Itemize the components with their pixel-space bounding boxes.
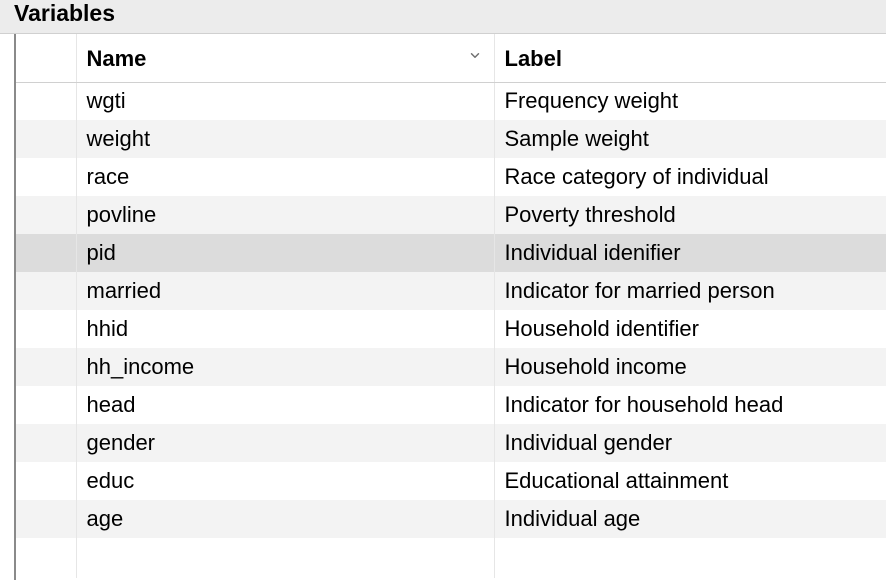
column-header-name-label: Name [87, 46, 147, 71]
column-header-label-label: Label [505, 46, 562, 71]
variables-table-wrap: Name Label wgtiFrequency weightweightSam… [14, 34, 886, 580]
row-gutter[interactable] [16, 348, 76, 386]
variable-label-cell[interactable]: Household income [494, 348, 886, 386]
empty-cell [76, 538, 494, 578]
row-gutter[interactable] [16, 386, 76, 424]
table-row[interactable]: genderIndividual gender [16, 424, 886, 462]
variable-name-cell[interactable]: weight [76, 120, 494, 158]
variable-label-cell[interactable]: Frequency weight [494, 82, 886, 120]
variable-label-cell[interactable]: Individual idenifier [494, 234, 886, 272]
variable-label-cell[interactable]: Indicator for household head [494, 386, 886, 424]
table-row[interactable]: raceRace category of individual [16, 158, 886, 196]
row-gutter[interactable] [16, 196, 76, 234]
variable-name-cell[interactable]: wgti [76, 82, 494, 120]
row-gutter[interactable] [16, 82, 76, 120]
row-gutter[interactable] [16, 424, 76, 462]
row-gutter[interactable] [16, 158, 76, 196]
table-row[interactable]: pidIndividual idenifier [16, 234, 886, 272]
table-row[interactable]: ageIndividual age [16, 500, 886, 538]
variable-name-cell[interactable]: educ [76, 462, 494, 500]
table-row[interactable]: educEducational attainment [16, 462, 886, 500]
row-gutter[interactable] [16, 234, 76, 272]
row-gutter[interactable] [16, 120, 76, 158]
panel-title: Variables [0, 0, 886, 34]
table-row-empty [16, 538, 886, 578]
column-header-gutter[interactable] [16, 34, 76, 82]
variable-name-cell[interactable]: hh_income [76, 348, 494, 386]
variable-label-cell[interactable]: Individual gender [494, 424, 886, 462]
table-row[interactable]: hhidHousehold identifier [16, 310, 886, 348]
variable-name-cell[interactable]: gender [76, 424, 494, 462]
table-row[interactable]: weightSample weight [16, 120, 886, 158]
variables-table: Name Label wgtiFrequency weightweightSam… [16, 34, 886, 578]
variable-name-cell[interactable]: hhid [76, 310, 494, 348]
variable-label-cell[interactable]: Poverty threshold [494, 196, 886, 234]
row-gutter[interactable] [16, 500, 76, 538]
variable-label-cell[interactable]: Household identifier [494, 310, 886, 348]
variable-name-cell[interactable]: married [76, 272, 494, 310]
variable-name-cell[interactable]: race [76, 158, 494, 196]
row-gutter[interactable] [16, 272, 76, 310]
variable-name-cell[interactable]: head [76, 386, 494, 424]
table-header-row: Name Label [16, 34, 886, 82]
table-row[interactable]: povlinePoverty threshold [16, 196, 886, 234]
variable-label-cell[interactable]: Sample weight [494, 120, 886, 158]
variable-label-cell[interactable]: Individual age [494, 500, 886, 538]
variable-name-cell[interactable]: age [76, 500, 494, 538]
empty-cell [494, 538, 886, 578]
table-row[interactable]: hh_incomeHousehold income [16, 348, 886, 386]
column-header-label[interactable]: Label [494, 34, 886, 82]
variable-label-cell[interactable]: Race category of individual [494, 158, 886, 196]
chevron-down-icon [468, 48, 482, 67]
table-row[interactable]: marriedIndicator for married person [16, 272, 886, 310]
variable-label-cell[interactable]: Indicator for married person [494, 272, 886, 310]
row-gutter[interactable] [16, 462, 76, 500]
table-row[interactable]: headIndicator for household head [16, 386, 886, 424]
variable-name-cell[interactable]: povline [76, 196, 494, 234]
empty-cell [16, 538, 76, 578]
row-gutter[interactable] [16, 310, 76, 348]
variable-name-cell[interactable]: pid [76, 234, 494, 272]
variable-label-cell[interactable]: Educational attainment [494, 462, 886, 500]
table-row[interactable]: wgtiFrequency weight [16, 82, 886, 120]
variables-panel: Variables Name Label [0, 0, 886, 578]
column-header-name[interactable]: Name [76, 34, 494, 82]
